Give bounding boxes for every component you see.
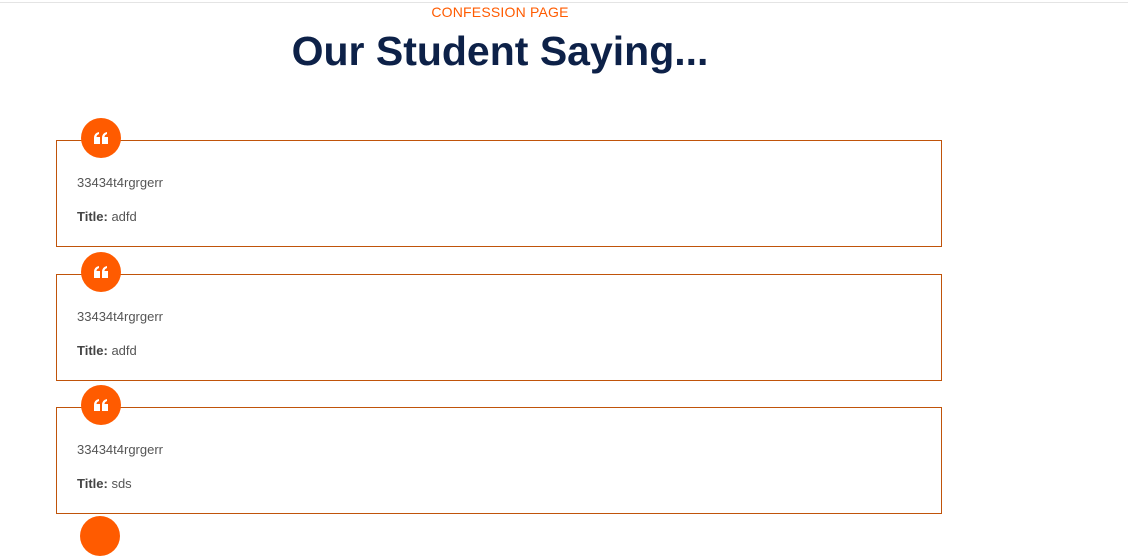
quote-badge-partial	[80, 516, 120, 556]
title-value: adfd	[111, 209, 137, 224]
title-label: Title:	[77, 209, 108, 224]
quote-badge	[81, 252, 121, 292]
confession-card: 33434t4rgrgerr Title: sds	[56, 385, 942, 514]
page-title: Our Student Saying...	[291, 28, 709, 74]
quote-icon	[94, 266, 108, 278]
confession-text: 33434t4rgrgerr	[77, 175, 163, 190]
confession-card: 33434t4rgrgerr Title: adfd	[56, 252, 942, 381]
quote-badge	[81, 118, 121, 158]
quote-icon	[94, 399, 108, 411]
confession-text: 33434t4rgrgerr	[77, 309, 163, 324]
title-label: Title:	[77, 476, 108, 491]
title-label: Title:	[77, 343, 108, 358]
quote-icon	[94, 132, 108, 144]
title-value: sds	[111, 476, 132, 491]
confession-title: Title: sds	[77, 476, 132, 491]
quote-badge	[81, 385, 121, 425]
top-divider	[0, 2, 1128, 3]
section-eyebrow: CONFESSION PAGE	[431, 4, 569, 20]
confession-text: 33434t4rgrgerr	[77, 442, 163, 457]
title-value: adfd	[111, 343, 137, 358]
confession-card: 33434t4rgrgerr Title: adfd	[56, 118, 942, 247]
confession-title: Title: adfd	[77, 343, 137, 358]
confession-title: Title: adfd	[77, 209, 137, 224]
